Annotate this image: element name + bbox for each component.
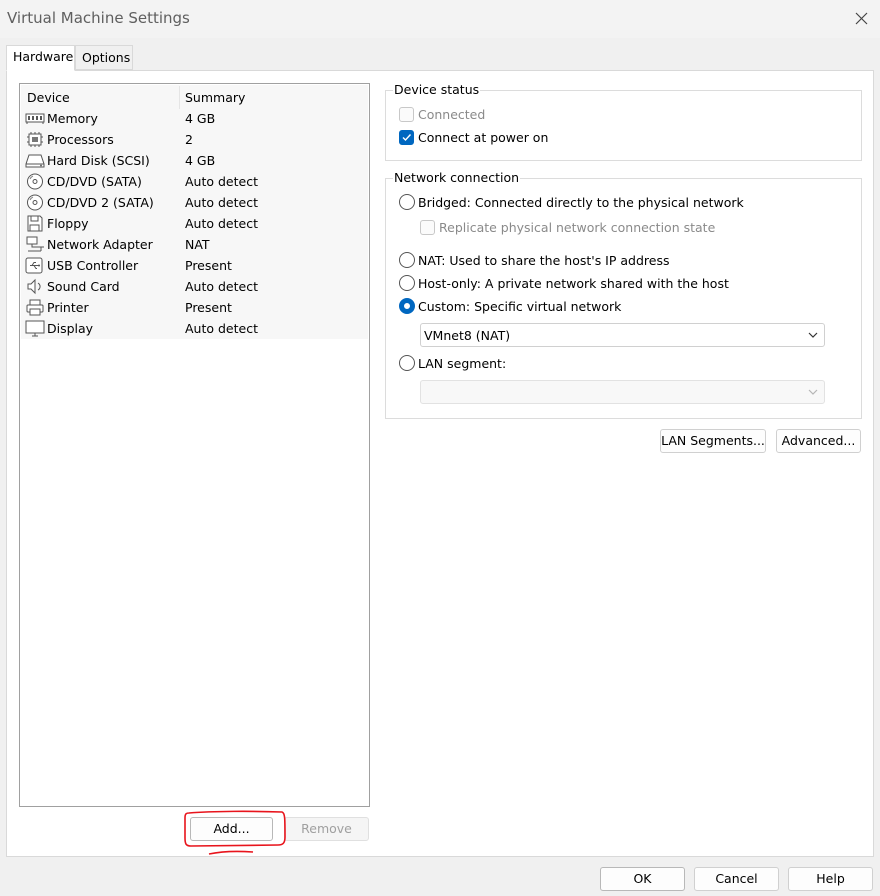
- help-button[interactable]: Help: [788, 867, 873, 891]
- tab-hardware[interactable]: Hardware: [6, 45, 75, 71]
- device-row-sound-card[interactable]: Sound Card Auto detect: [21, 276, 368, 297]
- custom-network-value: VMnet8 (NAT): [424, 328, 511, 343]
- chevron-down-icon: [806, 328, 820, 342]
- device-status-group: Device status: [385, 82, 862, 161]
- device-row-network-adapter[interactable]: Network Adapter NAT: [21, 234, 368, 255]
- host-only-label: Host-only: A private network shared with…: [418, 276, 729, 291]
- nat-radio[interactable]: [399, 252, 415, 268]
- advanced-button[interactable]: Advanced...: [776, 429, 861, 453]
- replicate-state-checkbox[interactable]: [420, 220, 435, 235]
- device-summary: 2: [185, 132, 193, 147]
- connect-at-power-on-checkbox[interactable]: [399, 130, 414, 145]
- close-icon[interactable]: [850, 8, 874, 30]
- device-name: CD/DVD 2 (SATA): [47, 195, 154, 210]
- device-name: Hard Disk (SCSI): [47, 153, 150, 168]
- device-name: Printer: [47, 300, 89, 315]
- lan-segment-radio[interactable]: [399, 355, 415, 371]
- device-summary: 4 GB: [185, 153, 216, 168]
- network-connection-legend: Network connection: [393, 170, 521, 185]
- tab-hardware-label: Hardware: [13, 49, 74, 64]
- add-button[interactable]: Add...: [190, 817, 273, 841]
- printer-icon: [25, 299, 45, 316]
- bridged-label: Bridged: Connected directly to the physi…: [418, 195, 744, 210]
- device-name: Memory: [47, 111, 98, 126]
- device-row-printer[interactable]: Printer Present: [21, 297, 368, 318]
- device-name: USB Controller: [47, 258, 139, 273]
- device-row-display[interactable]: Display Auto detect: [21, 318, 368, 339]
- cancel-button[interactable]: Cancel: [694, 867, 779, 891]
- device-summary: Auto detect: [185, 321, 258, 336]
- device-name: CD/DVD (SATA): [47, 174, 142, 189]
- device-row-processors[interactable]: Processors 2: [21, 129, 368, 150]
- replicate-state-label: Replicate physical network connection st…: [439, 220, 716, 235]
- custom-network-select[interactable]: VMnet8 (NAT): [420, 323, 825, 347]
- processor-icon: [25, 131, 45, 148]
- nat-label: NAT: Used to share the host's IP address: [418, 253, 670, 268]
- device-name: Sound Card: [47, 279, 120, 294]
- hard-disk-icon: [25, 152, 45, 169]
- lan-segment-select[interactable]: [420, 380, 825, 404]
- monitor-icon: [25, 320, 45, 337]
- usb-icon: [25, 257, 45, 274]
- device-summary: Auto detect: [185, 195, 258, 210]
- device-summary: Auto detect: [185, 279, 258, 294]
- device-name: Floppy: [47, 216, 89, 231]
- chevron-down-icon: [806, 385, 820, 399]
- connected-label: Connected: [418, 107, 486, 122]
- column-header-divider[interactable]: [179, 86, 180, 109]
- column-header-summary[interactable]: Summary: [185, 90, 245, 105]
- column-header-device[interactable]: Device: [27, 90, 70, 105]
- host-only-radio[interactable]: [399, 275, 415, 291]
- custom-label: Custom: Specific virtual network: [418, 299, 622, 314]
- lan-segment-label: LAN segment:: [418, 356, 507, 371]
- lan-segments-button[interactable]: LAN Segments...: [660, 429, 766, 453]
- device-row-usb-controller[interactable]: USB Controller Present: [21, 255, 368, 276]
- network-adapter-icon: [25, 236, 45, 253]
- checkmark-icon: [402, 134, 412, 142]
- device-summary: Present: [185, 258, 232, 273]
- device-row-cd-dvd[interactable]: CD/DVD (SATA) Auto detect: [21, 171, 368, 192]
- device-summary: 4 GB: [185, 111, 216, 126]
- speaker-icon: [25, 278, 45, 295]
- title-bar: Virtual Machine Settings: [0, 0, 880, 38]
- device-list[interactable]: Device Summary Memory 4 GB Processors 2 …: [19, 83, 370, 807]
- device-name: Network Adapter: [47, 237, 153, 252]
- ok-button[interactable]: OK: [600, 867, 685, 891]
- device-row-floppy[interactable]: Floppy Auto detect: [21, 213, 368, 234]
- device-row-memory[interactable]: Memory 4 GB: [21, 108, 368, 129]
- cd-dvd-icon: [25, 173, 45, 190]
- device-name: Display: [47, 321, 94, 336]
- device-name: Processors: [47, 132, 114, 147]
- custom-radio[interactable]: [399, 298, 415, 314]
- device-row-hard-disk[interactable]: Hard Disk (SCSI) 4 GB: [21, 150, 368, 171]
- device-row-cd-dvd-2[interactable]: CD/DVD 2 (SATA) Auto detect: [21, 192, 368, 213]
- window-title: Virtual Machine Settings: [7, 9, 190, 27]
- remove-button[interactable]: Remove: [284, 817, 369, 841]
- device-summary: Auto detect: [185, 216, 258, 231]
- cd-dvd-icon: [25, 194, 45, 211]
- connected-checkbox[interactable]: [399, 107, 414, 122]
- tab-options-label: Options: [82, 50, 131, 65]
- device-summary: NAT: [185, 237, 210, 252]
- connect-at-power-on-label: Connect at power on: [418, 130, 549, 145]
- bridged-radio[interactable]: [399, 194, 415, 210]
- device-status-legend: Device status: [393, 82, 481, 97]
- tab-options[interactable]: Options: [75, 45, 133, 70]
- device-summary: Auto detect: [185, 174, 258, 189]
- floppy-icon: [25, 215, 45, 232]
- memory-icon: [25, 110, 45, 127]
- device-summary: Present: [185, 300, 232, 315]
